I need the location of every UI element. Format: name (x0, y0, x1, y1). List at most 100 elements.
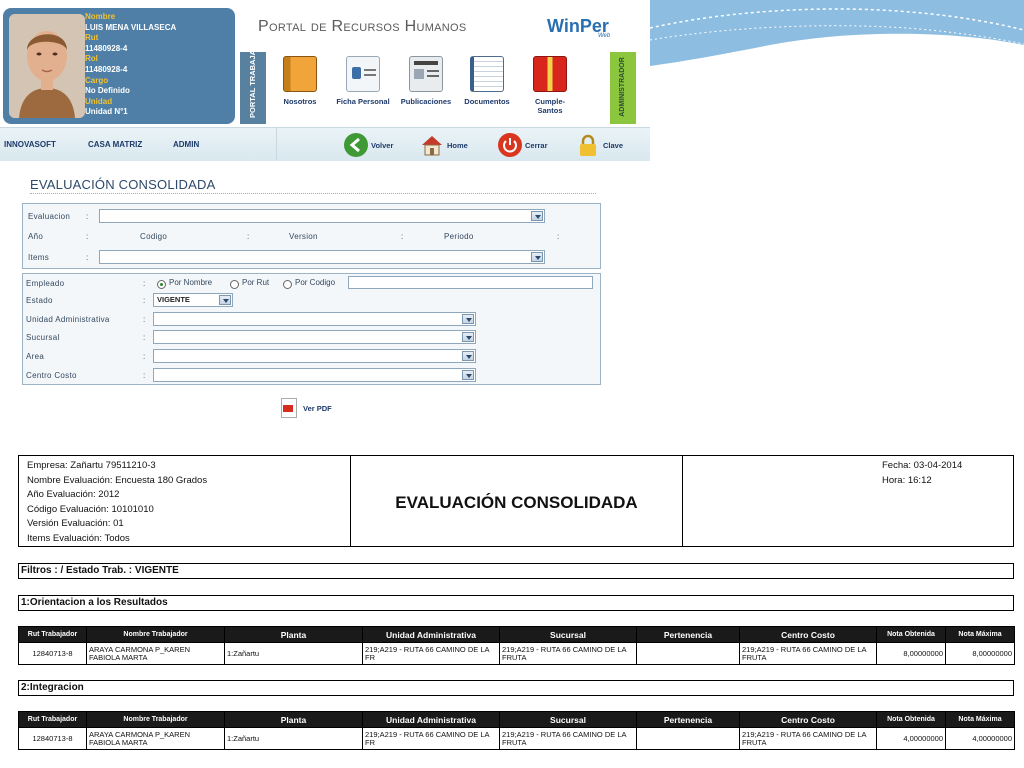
nav-cumple-santos-label: Cumple-Santos (535, 97, 565, 115)
cell-sucursal: 219;A219 - RUTA 66 CAMINO DE LA FRUTA (499, 727, 637, 750)
cell-sucursal: 219;A219 - RUTA 66 CAMINO DE LA FRUTA (499, 642, 637, 665)
column-header: Unidad Administrativa (362, 626, 500, 643)
report-fecha: Fecha: 03-04-2014 (882, 460, 963, 471)
colon: : (143, 371, 146, 380)
cell-planta: 1:Zañartu (224, 727, 363, 750)
section-title: 1:Orientacion a los Resultados (18, 595, 1014, 611)
column-header: Unidad Administrativa (362, 711, 500, 728)
cell-centro-costo: 219;A219 - RUTA 66 CAMINO DE LA FRUTA (739, 642, 877, 665)
cerrar-button[interactable]: Cerrar (498, 132, 548, 158)
column-header: Rut Trabajador (18, 626, 87, 643)
cell-planta: 1:Zañartu (224, 642, 363, 665)
column-header: Sucursal (499, 626, 637, 643)
periodo-label: Periodo (444, 232, 474, 241)
column-header: Nota Obtenida (876, 626, 946, 643)
estado-select[interactable]: VIGENTE (153, 293, 233, 307)
results-table: Rut Trabajador Nombre Trabajador Planta … (18, 626, 1015, 665)
volver-label: Volver (371, 140, 394, 150)
volver-button[interactable]: Volver (344, 132, 393, 158)
profile-label-unidad: Unidad (85, 96, 113, 106)
column-header: Planta (224, 626, 363, 643)
cell-nombre: ARAYA CARMONA P_KAREN FABIOLA MARTA (86, 727, 225, 750)
radio-por-codigo[interactable] (283, 280, 292, 289)
colon: : (401, 232, 404, 241)
colon: : (247, 232, 250, 241)
column-header: Nota Obtenida (876, 711, 946, 728)
profile-value-nombre: LUIS MENA VILLASECA (85, 22, 177, 32)
profile-value-rol: 11480928-4 (85, 64, 128, 74)
version-label: Version (289, 232, 318, 241)
gift-icon (533, 56, 567, 92)
cell-rut: 12840713-8 (18, 642, 87, 665)
column-header: Pertenencia (636, 711, 740, 728)
nav-ficha-personal-label: Ficha Personal (336, 97, 390, 106)
colon: : (86, 253, 89, 262)
chevron-down-icon (462, 314, 474, 324)
report-header: Empresa: Zañartu 79511210-3 Nombre Evalu… (18, 455, 1014, 547)
home-button[interactable]: Home (420, 132, 468, 158)
report-header-info: Empresa: Zañartu 79511210-3 Nombre Evalu… (19, 456, 351, 546)
sucursal-label: Sucursal (26, 333, 60, 342)
column-header: Nombre Trabajador (86, 711, 225, 728)
unidad-admin-select[interactable] (153, 312, 476, 326)
tab-administrador-label: ADMINISTRADOR (619, 57, 626, 117)
section-title: 2:Integracion (18, 680, 1014, 696)
menu-admin[interactable]: ADMIN (173, 140, 199, 149)
nav-cumple-santos[interactable]: Cumple-Santos (518, 56, 582, 115)
profile-card: Nombre LUIS MENA VILLASECA Rut 11480928-… (3, 8, 235, 124)
documents-icon (470, 56, 504, 92)
anio-label: Año (28, 232, 44, 241)
profile-value-cargo: No Definido (85, 86, 130, 96)
profile-photo (9, 14, 85, 118)
evaluacion-select[interactable] (99, 209, 545, 223)
form-title: EVALUACIÓN CONSOLIDADA (30, 177, 216, 192)
ver-pdf-button[interactable]: Ver PDF (281, 398, 332, 418)
chevron-down-icon (531, 252, 543, 262)
empleado-search-input[interactable] (348, 276, 593, 289)
report-filtros: Filtros : / Estado Trab. : VIGENTE (18, 563, 1014, 579)
colon: : (143, 279, 146, 288)
radio-por-codigo-label: Por Codigo (295, 278, 336, 287)
column-header: Planta (224, 711, 363, 728)
area-label: Area (26, 352, 45, 361)
menu-separator (276, 128, 277, 160)
nav-documentos[interactable]: Documentos (455, 56, 519, 106)
area-select[interactable] (153, 349, 476, 363)
radio-por-nombre-label: Por Nombre (169, 278, 213, 287)
results-table: Rut Trabajador Nombre Trabajador Planta … (18, 711, 1015, 750)
report-anio-evaluacion: Año Evaluación: 2012 (27, 489, 120, 501)
chevron-down-icon (462, 351, 474, 361)
colon: : (86, 232, 89, 241)
nav-publicaciones-label: Publicaciones (400, 97, 452, 106)
colon: : (143, 333, 146, 342)
report-nombre-evaluacion: Nombre Evaluación: Encuesta 180 Grados (27, 474, 208, 486)
nav-nosotros[interactable]: Nosotros (268, 56, 332, 106)
tab-administrador[interactable]: ADMINISTRADOR (610, 52, 636, 124)
evaluacion-label: Evaluacion (28, 212, 71, 221)
empleado-label: Empleado (26, 279, 65, 288)
menu-innovasoft[interactable]: INNOVASOFT (4, 140, 56, 149)
sucursal-select[interactable] (153, 330, 476, 344)
profile-label-rol: Rol (85, 54, 98, 64)
id-card-icon (346, 56, 380, 92)
nav-nosotros-label: Nosotros (283, 97, 317, 106)
centro-costo-select[interactable] (153, 368, 476, 382)
form-title-divider (30, 193, 596, 194)
report-header-date: Fecha: 03-04-2014 Hora: 16:12 (683, 456, 1013, 546)
radio-por-nombre[interactable] (157, 280, 166, 289)
nav-ficha-personal[interactable]: Ficha Personal (331, 56, 395, 106)
column-header: Pertenencia (636, 626, 740, 643)
nav-publicaciones[interactable]: Publicaciones (394, 56, 458, 106)
tab-portal-trabajador-label: PORTAL TRABAJADOR (248, 33, 257, 118)
menu-casa-matriz[interactable]: CASA MATRIZ (88, 140, 142, 149)
tab-portal-trabajador[interactable]: PORTAL TRABAJADOR (240, 33, 266, 124)
radio-por-rut[interactable] (230, 280, 239, 289)
home-label: Home (447, 140, 468, 150)
clave-button[interactable]: Clave (576, 132, 623, 158)
portal-panel: Nombre LUIS MENA VILLASECA Rut 11480928-… (0, 0, 650, 430)
centro-costo-label: Centro Costo (26, 371, 77, 380)
profile-value-rut: 11480928-4 (85, 43, 128, 53)
cell-rut: 12840713-8 (18, 727, 87, 750)
report-version-evaluacion: Versión Evaluación: 01 (27, 518, 124, 530)
items-select[interactable] (99, 250, 545, 264)
